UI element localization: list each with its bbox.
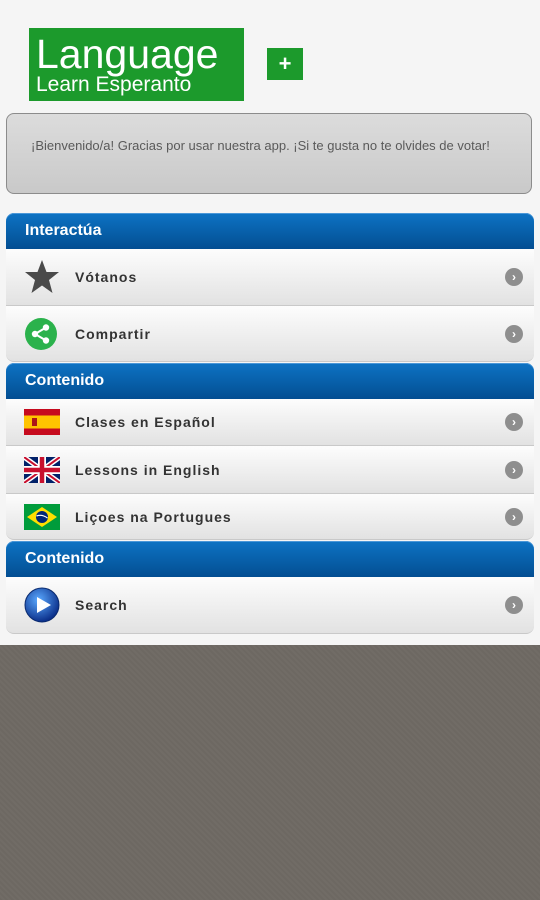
chevron-right-icon: ›	[505, 596, 523, 614]
list-item-portuguese[interactable]: Liçoes na Portugues ›	[6, 494, 534, 540]
logo-title: Language	[36, 31, 219, 77]
group-contenido: Contenido Clases en Español › Lessons in…	[6, 363, 534, 540]
chevron-right-icon: ›	[505, 268, 523, 286]
list-item-share[interactable]: Compartir ›	[6, 306, 534, 362]
group-interactua: Interactúa Vótanos › Compartir ›	[6, 213, 534, 362]
play-icon	[24, 587, 60, 623]
group-header: Contenido	[6, 363, 534, 399]
list-item-label: Lessons in English	[75, 461, 221, 478]
chevron-right-icon: ›	[505, 324, 523, 343]
welcome-message: ¡Bienvenido/a! Gracias por usar nuestra …	[6, 113, 532, 194]
list-item-english[interactable]: Lessons in English ›	[6, 446, 534, 494]
textured-background	[0, 645, 540, 900]
group-search: Contenido Search ›	[6, 541, 534, 634]
list-item-vote[interactable]: Vótanos ›	[6, 249, 534, 306]
logo-subtitle: Learn Esperanto	[36, 73, 192, 96]
star-icon	[24, 259, 60, 295]
share-icon	[24, 317, 58, 351]
list-item-search[interactable]: Search ›	[6, 577, 534, 634]
app-content-area: Language Learn Esperanto + ¡Bienvenido/a…	[0, 0, 540, 645]
list-item-spanish[interactable]: Clases en Español ›	[6, 399, 534, 446]
list-item-label: Vótanos	[75, 269, 138, 285]
brazil-flag-icon	[24, 503, 60, 530]
list-item-label: Clases en Español	[75, 414, 216, 430]
plus-button[interactable]: +	[267, 48, 303, 80]
spain-flag-icon	[24, 409, 60, 435]
chevron-right-icon: ›	[505, 507, 523, 526]
uk-flag-icon	[24, 456, 60, 483]
group-header: Interactúa	[6, 213, 534, 249]
chevron-right-icon: ›	[505, 413, 523, 431]
group-header: Contenido	[6, 541, 534, 577]
list-item-label: Liçoes na Portugues	[75, 508, 232, 525]
list-item-label: Compartir	[75, 325, 151, 342]
list-item-label: Search	[75, 597, 128, 613]
app-logo: Language Learn Esperanto	[29, 28, 244, 101]
chevron-right-icon: ›	[505, 460, 523, 479]
